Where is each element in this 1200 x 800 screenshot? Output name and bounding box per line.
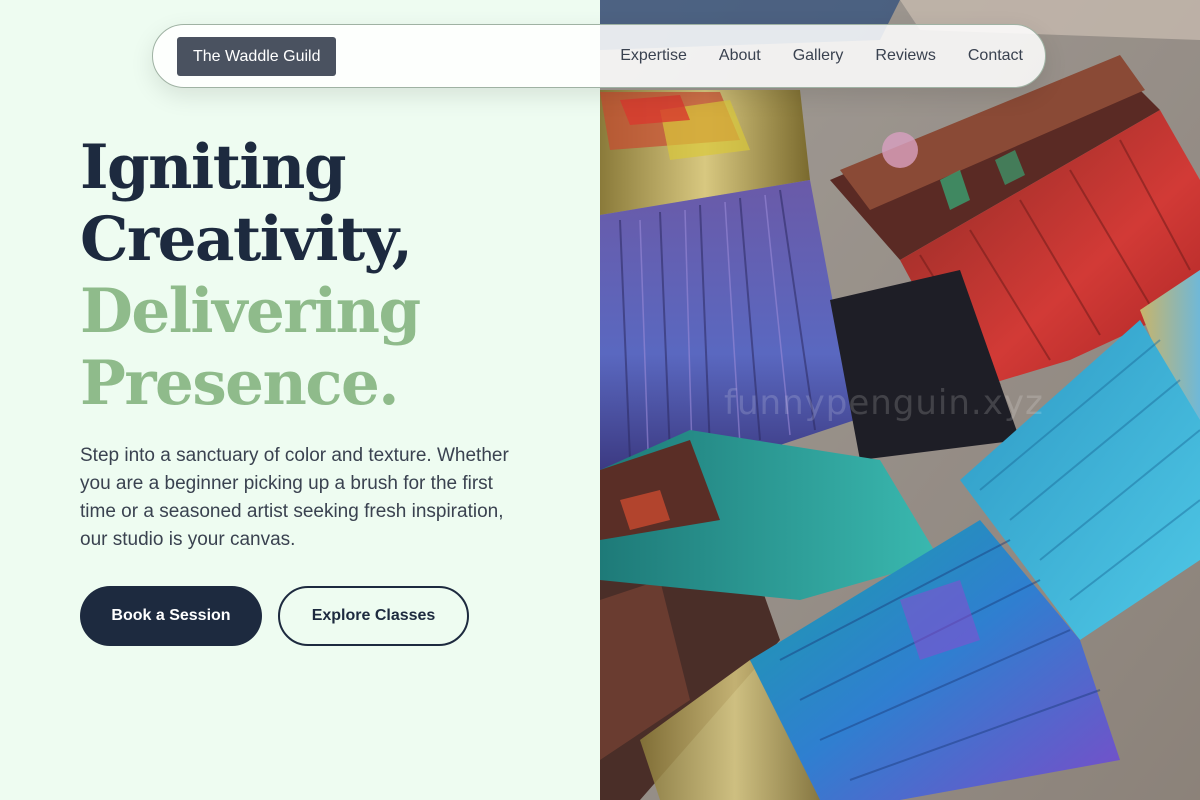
explore-classes-button[interactable]: Explore Classes: [278, 586, 469, 646]
nav-link-about[interactable]: About: [719, 47, 761, 65]
hero-description: Step into a sanctuary of color and textu…: [80, 445, 509, 550]
hero-image-paint-brushes: [600, 0, 1200, 800]
hero-headline: Igniting Creativity, Delivering Presence…: [80, 132, 560, 420]
nav-link-gallery[interactable]: Gallery: [793, 47, 844, 65]
top-nav: The Waddle Guild Expertise About Gallery…: [152, 24, 1046, 88]
headline-line-creativity: Creativity,: [80, 204, 413, 275]
hero-cta-row: Book a Session Explore Classes: [80, 586, 560, 646]
book-session-button[interactable]: Book a Session: [80, 586, 262, 646]
headline-line-igniting: Igniting: [80, 132, 347, 203]
headline-line-delivering: Delivering: [80, 276, 421, 347]
headline-line-presence: Presence.: [80, 348, 400, 419]
nav-links: Expertise About Gallery Reviews Contact: [588, 47, 1023, 65]
nav-link-reviews[interactable]: Reviews: [875, 47, 935, 65]
brand-logo-button[interactable]: The Waddle Guild: [177, 36, 337, 76]
nav-link-contact[interactable]: Contact: [968, 47, 1023, 65]
nav-link-expertise[interactable]: Expertise: [620, 47, 687, 65]
hero-section: Igniting Creativity, Delivering Presence…: [80, 132, 560, 646]
